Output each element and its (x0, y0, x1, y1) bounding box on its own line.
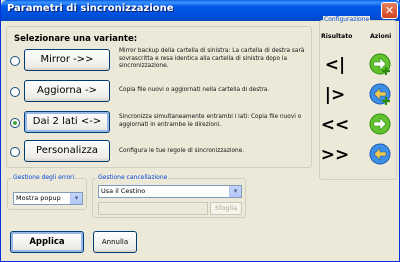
actions-column-header: Azioni (370, 33, 392, 40)
error-handling-group: Gestione degli errori Mostra popup ▾ (7, 174, 87, 210)
result-column-header: Risultato (321, 33, 353, 40)
error-handling-value: Mostra popup (16, 194, 61, 202)
custom-radio[interactable] (10, 147, 20, 157)
sync-settings-dialog: Parametri di sincronizzazione ✕ Selezion… (0, 0, 400, 262)
variant-option-mirror[interactable]: Mirror ->> Mirror backup della cartella … (7, 48, 313, 74)
result-symbol-left-double: << (320, 115, 350, 135)
cancel-button[interactable]: Annulla (93, 231, 137, 253)
mirror-description: Mirror backup della cartella di sinistra… (119, 48, 305, 70)
action-overwrite-left-button[interactable] (368, 142, 394, 166)
close-button[interactable]: ✕ (381, 2, 398, 19)
variant-option-two-way[interactable]: Dai 2 lati <-> Sincronizza simultaneamen… (7, 110, 313, 136)
browse-button[interactable]: Sfoglia (210, 202, 242, 215)
result-symbol-right-double: >> (320, 145, 350, 165)
deletion-handling-legend: Gestione cancellazione (97, 174, 169, 181)
arrow-left-icon (369, 143, 391, 165)
chevron-down-icon[interactable]: ▾ (70, 193, 82, 204)
update-radio[interactable] (10, 87, 20, 97)
custom-button[interactable]: Personalizza (24, 140, 110, 162)
result-symbol-right: |> (324, 85, 346, 105)
configuration-panel: Configurazione Risultato Azioni <| |> << (319, 16, 397, 180)
error-handling-legend: Gestione degli errori (12, 174, 76, 181)
mirror-button[interactable]: Mirror ->> (24, 49, 110, 71)
two-way-button[interactable]: Dai 2 lati <-> (24, 111, 110, 133)
variant-option-update[interactable]: Aggiorna -> Copia file nuovi o aggiornat… (7, 79, 313, 105)
apply-button[interactable]: Applica (10, 231, 84, 253)
two-way-description: Sincronizza simultaneamente entrambi i l… (119, 114, 302, 128)
arrow-right-plus-icon (369, 53, 391, 75)
action-copy-left-button[interactable] (368, 82, 394, 106)
variant-panel: Selezionare una variante: Mirror ->> Mir… (6, 26, 312, 168)
update-description: Copia file nuovi o aggiornati nella cart… (119, 87, 270, 93)
window-title: Parametri di sincronizzazione (7, 3, 174, 14)
two-way-radio[interactable] (10, 118, 20, 128)
error-handling-select[interactable]: Mostra popup ▾ (13, 192, 83, 205)
variant-heading: Selezionare una variante: (14, 34, 138, 44)
action-copy-right-button[interactable] (368, 52, 394, 76)
result-symbol-left: <| (324, 55, 346, 75)
deletion-handling-group: Gestione cancellazione Usa il Cestino ▾ … (92, 174, 246, 218)
action-overwrite-right-button[interactable] (368, 112, 394, 136)
update-button[interactable]: Aggiorna -> (24, 80, 110, 102)
chevron-down-icon[interactable]: ▾ (229, 186, 241, 197)
deletion-handling-select[interactable]: Usa il Cestino ▾ (98, 185, 242, 198)
variant-option-custom[interactable]: Personalizza Configura le tue regole di … (7, 139, 313, 165)
custom-description: Configura le tue regole di sincronizzazi… (119, 148, 245, 154)
recycle-folder-field[interactable] (98, 202, 208, 215)
arrow-right-icon (369, 113, 391, 135)
deletion-handling-value: Usa il Cestino (101, 187, 146, 195)
configuration-legend: Configurazione (323, 16, 371, 23)
arrow-left-plus-icon (369, 83, 391, 105)
mirror-radio[interactable] (10, 56, 20, 66)
